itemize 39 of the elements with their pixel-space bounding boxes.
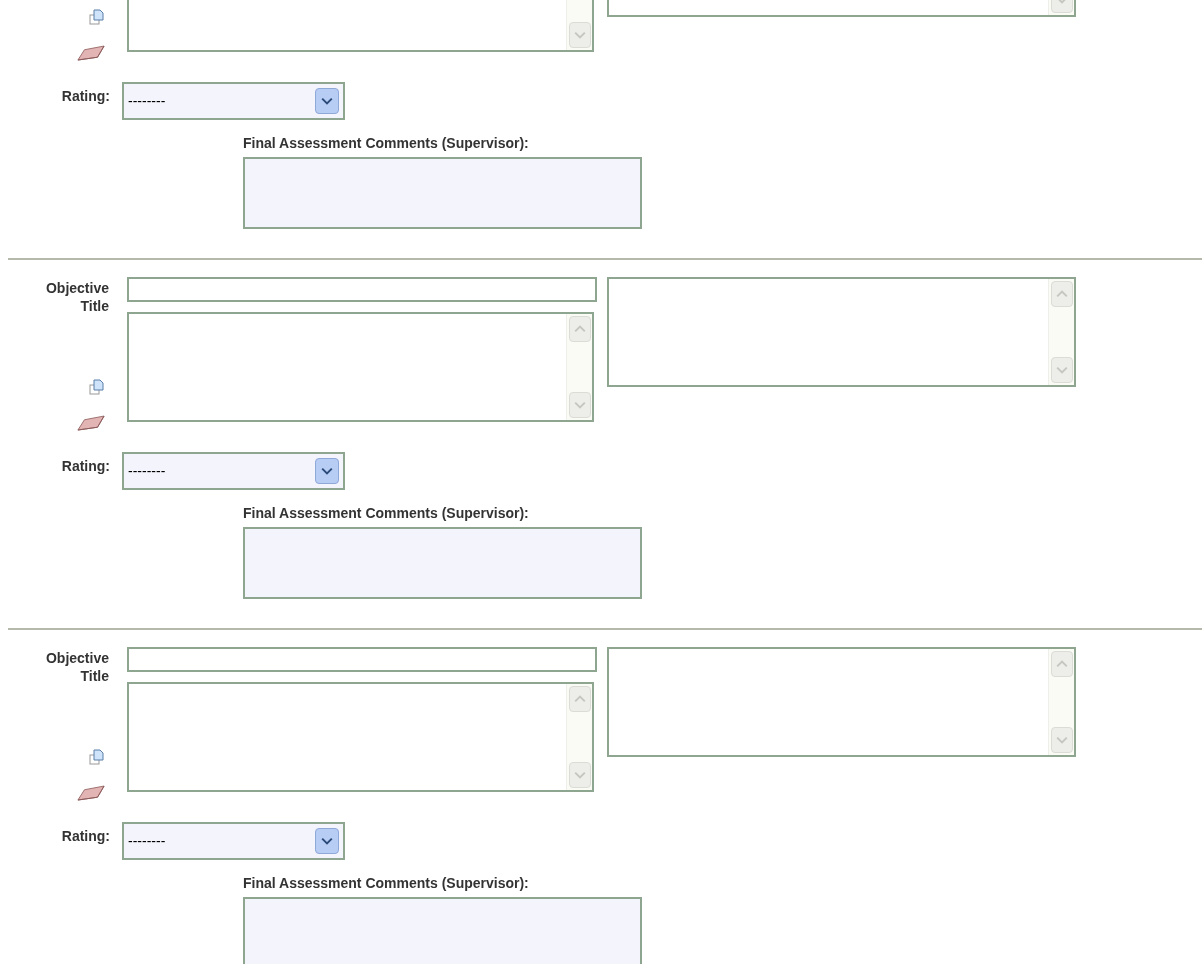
scroll-up-icon	[573, 695, 586, 703]
notes-field[interactable]	[607, 647, 1076, 757]
scrollbar[interactable]	[1048, 649, 1074, 755]
title-input[interactable]	[127, 277, 597, 302]
scroll-up-icon	[1055, 660, 1068, 668]
scroll-down-icon	[1055, 736, 1068, 744]
eraser-icon[interactable]	[77, 45, 105, 62]
final-comments-field[interactable]	[243, 897, 642, 964]
title-input[interactable]	[127, 647, 597, 672]
description-field[interactable]	[127, 312, 594, 422]
scroll-down-icon	[573, 31, 586, 39]
rating-select[interactable]: --------	[122, 822, 345, 860]
final-comments-label: Final Assessment Comments (Supervisor):	[243, 134, 530, 152]
objective-title-label: Objective Title	[44, 649, 109, 685]
rating-select[interactable]: --------	[122, 452, 345, 490]
eraser-icon[interactable]	[77, 415, 105, 432]
scroll-down-icon	[573, 401, 586, 409]
copy-icon[interactable]	[89, 9, 105, 25]
notes-field[interactable]	[607, 277, 1076, 387]
description-field[interactable]	[127, 682, 594, 792]
rating-label: Rating:	[60, 827, 110, 846]
final-comments-field[interactable]	[243, 527, 642, 599]
scroll-up-icon	[573, 325, 586, 333]
scrollbar[interactable]	[566, 684, 592, 790]
eraser-icon[interactable]	[77, 785, 105, 802]
rating-label: Rating:	[60, 457, 110, 476]
final-comments-label: Final Assessment Comments (Supervisor):	[243, 504, 530, 522]
scrollbar[interactable]	[566, 314, 592, 420]
objective-title-label: Objective Title	[44, 279, 109, 315]
final-comments-field[interactable]	[243, 157, 642, 229]
rating-select[interactable]: --------	[122, 82, 345, 120]
scrollbar[interactable]	[1048, 279, 1074, 385]
scroll-down-icon	[1055, 366, 1068, 374]
scroll-down-icon	[573, 771, 586, 779]
copy-icon[interactable]	[89, 749, 105, 765]
copy-icon[interactable]	[89, 379, 105, 395]
scroll-up-icon	[1055, 290, 1068, 298]
rating-label: Rating:	[60, 87, 110, 106]
final-comments-label: Final Assessment Comments (Supervisor):	[243, 874, 530, 892]
